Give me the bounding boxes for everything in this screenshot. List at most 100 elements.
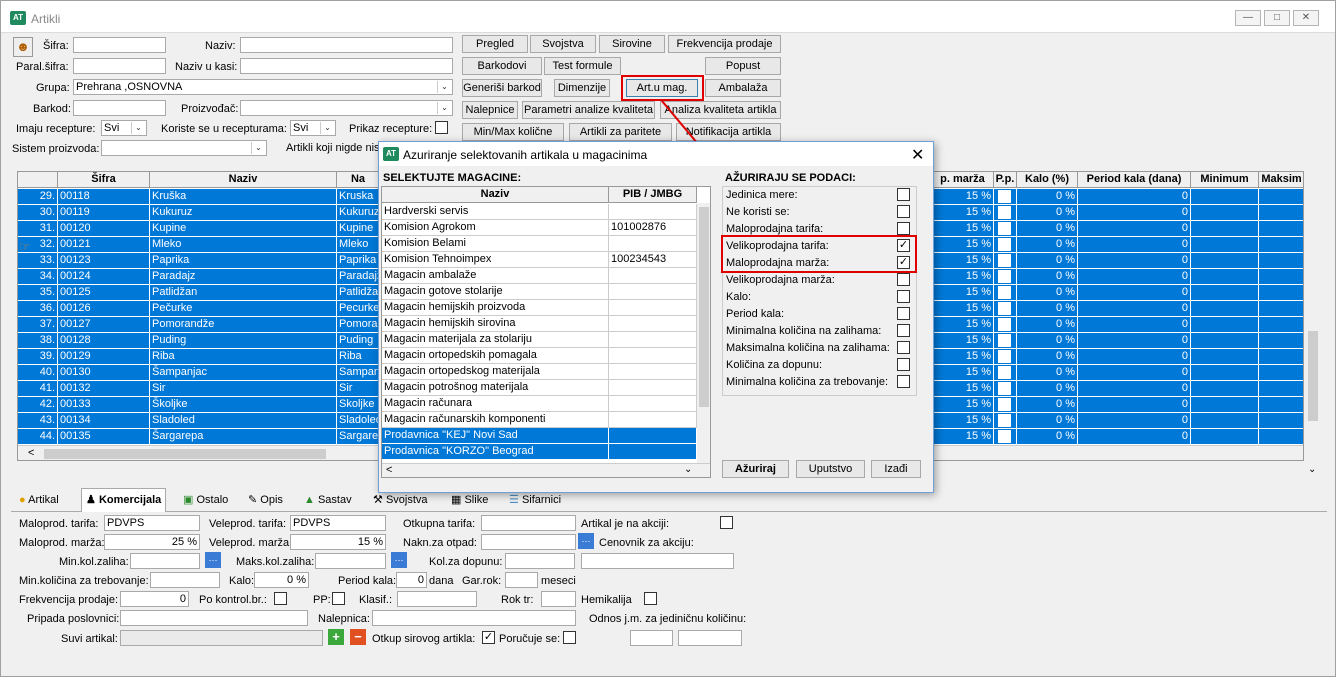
list-item[interactable]: Prodavnica "KEJ" Novi Sad (382, 428, 710, 444)
barkod-input[interactable] (73, 100, 166, 116)
pp-checkbox[interactable] (998, 414, 1011, 427)
list-item[interactable]: Magacin ambalaže (382, 268, 710, 284)
tab-svojstva[interactable]: ⚒ Svojstva (373, 491, 428, 511)
scrollbar-thumb[interactable] (44, 449, 326, 459)
pp-checkbox[interactable] (998, 318, 1011, 331)
close-icon[interactable]: ✕ (911, 145, 924, 165)
tab-sifarnici[interactable]: ☰ Sifarnici (509, 491, 561, 511)
pp-checkbox[interactable] (998, 222, 1011, 235)
pp-checkbox[interactable] (998, 302, 1011, 315)
naziv-u-kasi-input[interactable] (240, 58, 453, 74)
scroll-left-icon[interactable]: < (28, 447, 34, 459)
sirovine-button[interactable]: Sirovine (599, 35, 665, 53)
barkodovi-button[interactable]: Barkodovi (462, 57, 542, 75)
field-checkbox[interactable] (897, 290, 910, 303)
pp-checkbox[interactable] (998, 334, 1011, 347)
svojstva-button[interactable]: Svojstva (530, 35, 596, 53)
pp-checkbox[interactable] (998, 430, 1011, 443)
calculator-icon[interactable]: ⋯ (578, 533, 594, 549)
grid-header-naziv[interactable]: Naziv (150, 172, 337, 188)
scroll-down-icon[interactable]: ⌄ (684, 464, 692, 475)
porucuje-checkbox[interactable] (563, 631, 576, 644)
mag-vscrollbar[interactable] (697, 203, 710, 463)
close-window-button[interactable]: ✕ (1293, 10, 1319, 26)
calculator-icon[interactable]: ⋯ (391, 552, 407, 568)
grid-header-kalo[interactable]: Kalo (%) (1017, 172, 1078, 188)
tab-ostalo[interactable]: ▣ Ostalo (183, 491, 228, 511)
proizvodjac-select[interactable]: ⌄ (240, 100, 453, 116)
imaju-recepture-select[interactable]: Svi ⌄ (101, 120, 147, 136)
list-item[interactable]: Magacin hemijskih sirovina (382, 316, 710, 332)
gar-rok-input[interactable] (505, 572, 538, 588)
field-checkbox[interactable] (897, 222, 910, 235)
generisi-barkod-button[interactable]: Generiši barkod (462, 79, 542, 97)
field-checkbox[interactable] (897, 341, 910, 354)
grid-header-minimum[interactable]: Minimum (1191, 172, 1259, 188)
grupa-select[interactable]: Prehrana ,OSNOVNA ⌄ (73, 79, 453, 95)
nalepnice-button[interactable]: Nalepnice (462, 101, 518, 119)
remove-icon[interactable]: − (350, 629, 366, 645)
sistem-proizvoda-select[interactable]: ⌄ (101, 140, 267, 156)
izadji-button[interactable]: Izađi (871, 460, 921, 478)
list-item[interactable]: Komision Agrokom 101002876 (382, 220, 710, 236)
otkupna-tarifa-input[interactable] (481, 515, 576, 531)
field-checkbox[interactable] (897, 188, 910, 201)
veleprod-marza-input[interactable]: 15 % (290, 534, 386, 550)
popust-button[interactable]: Popust (705, 57, 781, 75)
kalo-input[interactable]: 0 % (254, 572, 309, 588)
pp-checkbox[interactable] (998, 350, 1011, 363)
odnos-input-2[interactable] (678, 630, 742, 646)
list-item[interactable]: Hardverski servis (382, 204, 710, 220)
pp-checkbox[interactable] (998, 206, 1011, 219)
naziv-input[interactable] (240, 37, 453, 53)
magacini-list[interactable]: Naziv PIB / JMBG Hardverski servis Komisi… (381, 186, 711, 478)
azuriraj-button[interactable]: Ažuriraj (722, 460, 789, 478)
odnos-input-1[interactable] (630, 630, 673, 646)
calculator-icon[interactable]: ⋯ (205, 552, 221, 568)
pp-checkbox[interactable] (998, 382, 1011, 395)
maximize-button[interactable]: □ (1264, 10, 1290, 26)
klasif-input[interactable] (397, 591, 477, 607)
kol-dopunu-input[interactable] (505, 553, 575, 569)
rok-tr-input[interactable] (541, 591, 576, 607)
tab-sastav[interactable]: ▲ Sastav (304, 491, 352, 511)
field-checkbox[interactable] (897, 273, 910, 286)
list-item[interactable]: Komision Tehnoimpex 100234543 (382, 252, 710, 268)
tab-opis[interactable]: ✎ Opis (248, 491, 283, 511)
grid-header-pp[interactable]: P.p. (994, 172, 1017, 188)
mag-hscrollbar[interactable]: < ⌄ (382, 463, 710, 477)
grid-header-sifra[interactable]: Šifra (58, 172, 150, 188)
pp-checkbox[interactable] (998, 286, 1011, 299)
pp-checkbox[interactable] (998, 270, 1011, 283)
field-checkbox[interactable] (897, 358, 910, 371)
add-icon[interactable]: + (328, 629, 344, 645)
hemikalija-checkbox[interactable] (644, 592, 657, 605)
user-icon[interactable]: ☻ (13, 37, 33, 57)
pripada-input[interactable] (120, 610, 308, 626)
pp-checkbox[interactable] (998, 238, 1011, 251)
min-kol-input[interactable] (130, 553, 200, 569)
sifra-input[interactable] (73, 37, 166, 53)
ambalaza-button[interactable]: Ambalaža (705, 79, 781, 97)
prikaz-recepture-checkbox[interactable] (435, 121, 448, 134)
scroll-left-icon[interactable]: < (386, 464, 392, 476)
field-checkbox[interactable] (897, 324, 910, 337)
paral-sifra-input[interactable] (73, 58, 166, 74)
list-item[interactable]: Magacin ortopedskog materijala (382, 364, 710, 380)
list-item[interactable]: Prodavnica "KORZO" Beograd (382, 444, 710, 460)
list-item[interactable]: Komision Belami (382, 236, 710, 252)
list-item[interactable]: Magacin potrošnog materijala (382, 380, 710, 396)
minimize-button[interactable]: — (1235, 10, 1261, 26)
min-max-kolicne-button[interactable]: Min/Max količne (462, 123, 564, 141)
veleprod-tarifa-input[interactable]: PDVPS (290, 515, 386, 531)
grid-header-p-marza[interactable]: p. marža (932, 172, 994, 188)
pp-checkbox[interactable] (998, 398, 1011, 411)
frekvencija-prodaje-button[interactable]: Frekvencija prodaje (668, 35, 781, 53)
mag-vscroll-thumb[interactable] (699, 207, 709, 407)
list-item[interactable]: Magacin hemijskih proizvoda (382, 300, 710, 316)
nakn-otpad-input[interactable] (481, 534, 576, 550)
otkup-checkbox[interactable]: ✓ (482, 631, 495, 644)
grid-header-period[interactable]: Period kala (dana) (1078, 172, 1191, 188)
vscroll-thumb[interactable] (1308, 331, 1318, 421)
frekvencija-input[interactable]: 0 (120, 591, 189, 607)
